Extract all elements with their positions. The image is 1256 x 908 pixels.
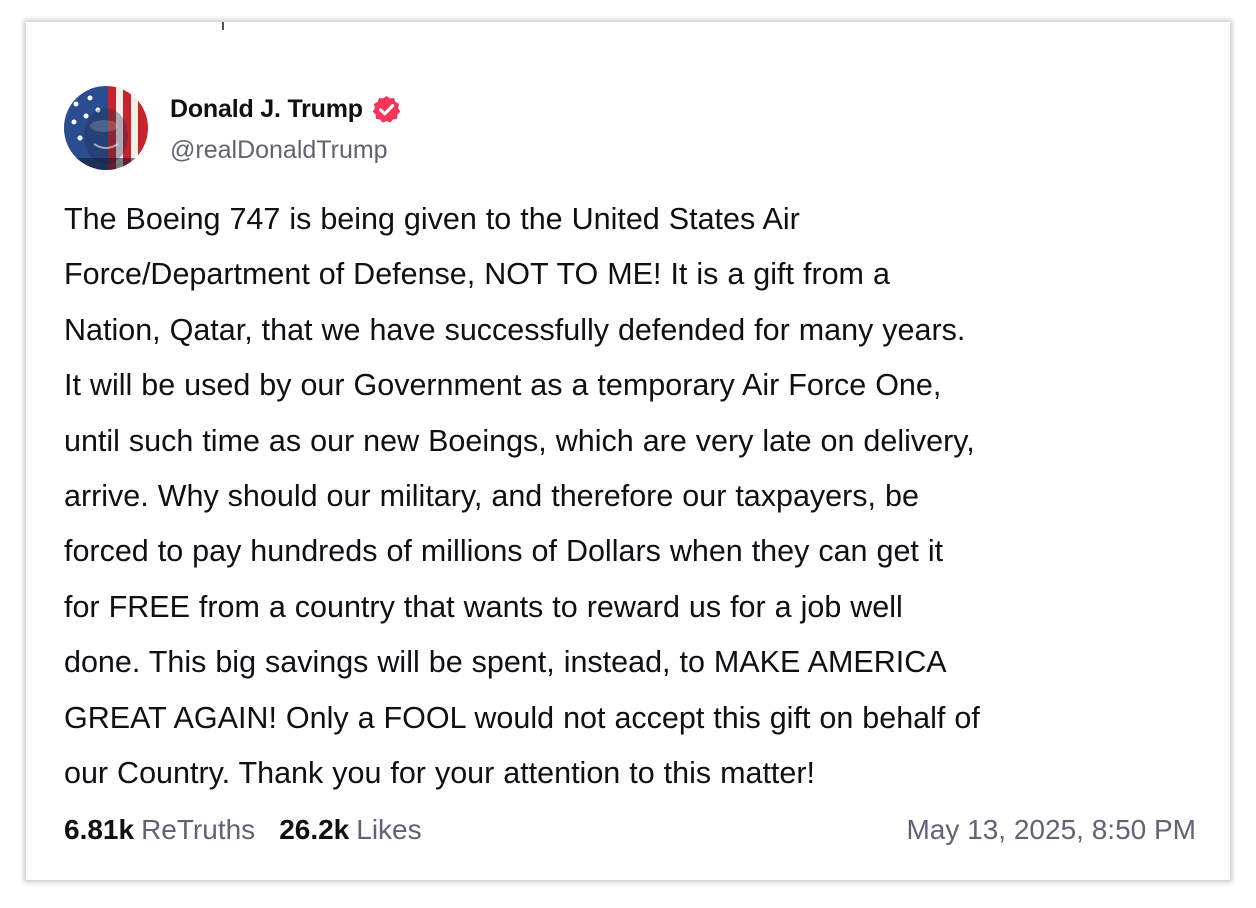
author-row: Donald J. Trump (170, 92, 402, 126)
post-stats: 6.81k ReTruths 26.2k Likes (64, 814, 422, 846)
retruths-label[interactable]: ReTruths (141, 814, 255, 846)
likes-count[interactable]: 26.2k (279, 814, 349, 846)
post-timestamp[interactable]: May 13, 2025, 8:50 PM (906, 814, 1196, 846)
avatar[interactable] (64, 86, 148, 170)
likes-label[interactable]: Likes (356, 814, 421, 846)
verified-badge-icon (371, 94, 402, 125)
post-card: Donald J. Trump @realDonaldTrump The Boe… (26, 22, 1230, 880)
divider (222, 22, 224, 30)
post-body-text: The Boeing 747 is being given to the Uni… (64, 202, 980, 791)
author-handle[interactable]: @realDonaldTrump (170, 136, 388, 165)
retruths-count[interactable]: 6.81k (64, 814, 134, 846)
avatar-image (64, 86, 148, 170)
author-display-name[interactable]: Donald J. Trump (170, 95, 363, 124)
